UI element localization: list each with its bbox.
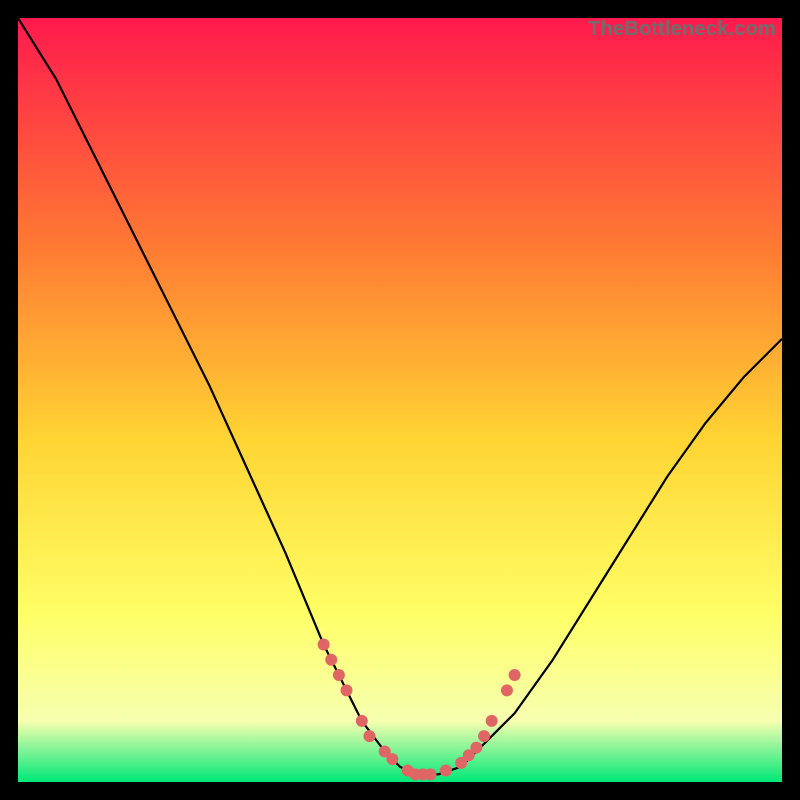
highlight-dot [363,730,375,742]
watermark-text: TheBottleneck.com [588,18,776,41]
bottleneck-curve [18,18,782,774]
highlight-dot [341,684,353,696]
highlight-dot [318,638,330,650]
highlight-dot [440,765,452,777]
highlight-dot [356,715,368,727]
highlight-dot [325,654,337,666]
highlight-dot [501,684,513,696]
highlight-dot [333,669,345,681]
curve-layer [18,18,782,782]
highlight-dot [470,742,482,754]
plot-area: TheBottleneck.com [18,18,782,782]
highlight-dot [478,730,490,742]
chart-frame: TheBottleneck.com [0,0,800,800]
highlight-dot [425,768,437,780]
highlight-dot [509,669,521,681]
highlight-dot [486,715,498,727]
highlight-dot [386,753,398,765]
optimal-range-dots [318,638,521,780]
